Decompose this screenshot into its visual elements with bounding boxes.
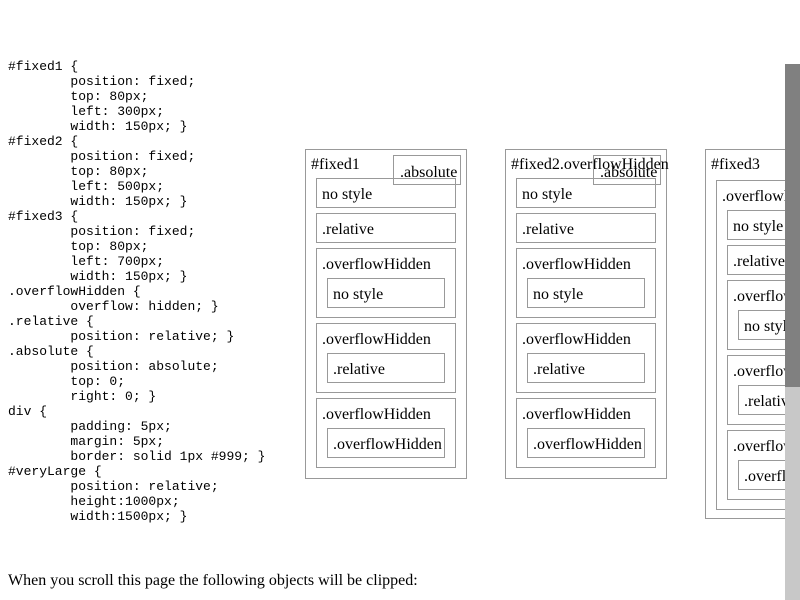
- fixed1-no-style-label: no style: [322, 186, 373, 203]
- fixed1-overflow-section-2: .overflowHidden .relative: [316, 323, 456, 393]
- vertical-scrollbar[interactable]: [785, 64, 800, 600]
- fixed1-title: #fixed1: [311, 156, 360, 173]
- fixed1-column: #fixed1 .absolute no style .relative .ov…: [305, 149, 467, 479]
- fixed2-column: #fixed2.overflowHidden .absolute no styl…: [505, 149, 669, 479]
- fixed1-overflow-section-3: .overflowHidden .overflowHidden: [316, 398, 456, 468]
- fixed1-section-3-inner-label: .overflowHidden: [333, 436, 442, 453]
- fixed2-overflow-section-3: .overflowHidden .overflowHidden: [516, 398, 656, 468]
- fixed2-no-style-label: no style: [522, 186, 573, 203]
- fixed2-section-2-label: .overflowHidden: [522, 331, 631, 348]
- fixed1-relative-label: .relative: [322, 221, 374, 238]
- fixed1-absolute-box: .absolute: [393, 155, 461, 185]
- fixed3-no-style-label: no style: [733, 218, 784, 235]
- css-code-listing: #fixed1 { position: fixed; top: 80px; le…: [8, 59, 266, 524]
- fixed2-overflow-section-2: .overflowHidden .relative: [516, 323, 656, 393]
- fixed1-absolute-label: .absolute: [400, 164, 458, 181]
- fixed3-title: #fixed3: [711, 156, 760, 173]
- fixed1-section-1-label: .overflowHidden: [322, 256, 431, 273]
- fixed2-overflow-section-1: .overflowHidden no style: [516, 248, 656, 318]
- fixed2-relative-box: .relative: [516, 213, 656, 243]
- fixed2-section-3-label: .overflowHidden: [522, 406, 631, 423]
- fixed1-overflow-section-1: .overflowHidden no style: [316, 248, 456, 318]
- fixed2-section-1-inner-label: no style: [533, 286, 584, 303]
- fixed3-relative-label: .relative: [733, 253, 785, 270]
- fixed1-section-3-label: .overflowHidden: [322, 406, 431, 423]
- clipping-caption: When you scroll this page the following …: [8, 572, 418, 589]
- fixed1-relative-box: .relative: [316, 213, 456, 243]
- fixed1-panel: #fixed1 .absolute no style .relative .ov…: [305, 149, 467, 479]
- fixed1-section-1-inner-box: no style: [327, 278, 445, 308]
- fixed2-section-1-inner-box: no style: [527, 278, 645, 308]
- fixed1-section-2-inner-box: .relative: [327, 353, 445, 383]
- fixed1-section-2-inner-label: .relative: [333, 361, 385, 378]
- fixed2-absolute-box: .absolute: [593, 155, 661, 185]
- scrollbar-thumb[interactable]: [785, 64, 800, 387]
- fixed2-relative-label: .relative: [522, 221, 574, 238]
- fixed2-section-3-inner-box: .overflowHidden: [527, 428, 645, 458]
- fixed1-section-1-inner-label: no style: [333, 286, 384, 303]
- fixed2-section-1-label: .overflowHidden: [522, 256, 631, 273]
- fixed2-absolute-label: .absolute: [600, 164, 658, 181]
- fixed1-section-2-label: .overflowHidden: [322, 331, 431, 348]
- fixed2-panel: #fixed2.overflowHidden .absolute no styl…: [505, 149, 669, 479]
- fixed2-section-3-inner-label: .overflowHidden: [533, 436, 642, 453]
- fixed1-section-3-inner-box: .overflowHidden: [327, 428, 445, 458]
- page-viewport: #fixed1 { position: fixed; top: 80px; le…: [0, 0, 800, 600]
- fixed2-section-2-inner-box: .relative: [527, 353, 645, 383]
- fixed2-section-2-inner-label: .relative: [533, 361, 585, 378]
